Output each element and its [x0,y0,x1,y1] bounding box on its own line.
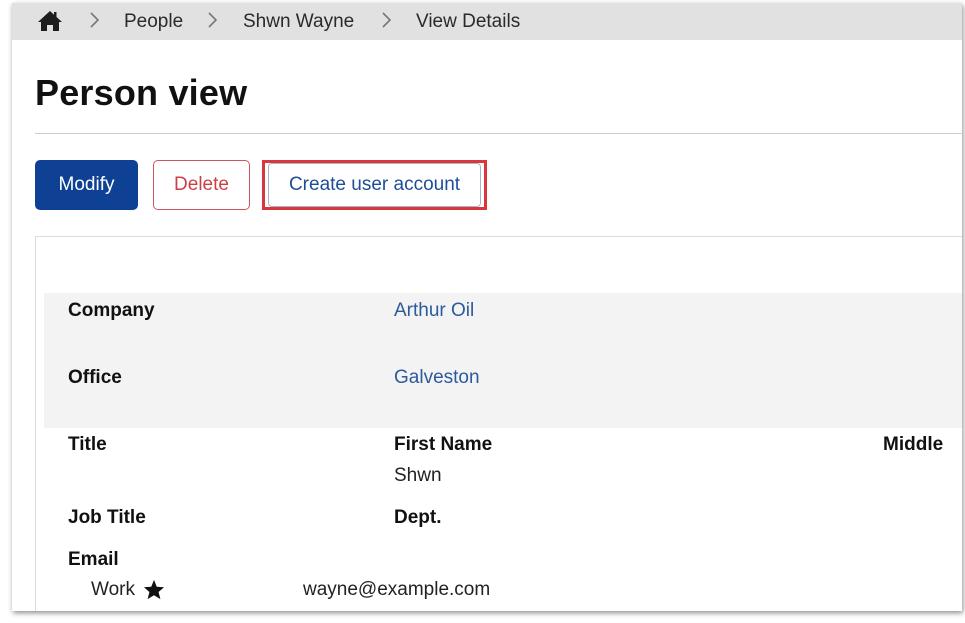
middle-name-label: Middle [883,434,944,455]
office-label: Office [68,367,122,388]
divider [35,133,962,134]
chevron-right-icon [208,12,218,28]
company-link[interactable]: Arthur Oil [394,300,474,322]
email-value[interactable]: wayne@example.com [303,579,490,601]
organization-section [44,293,962,428]
email-label: Email [68,549,119,570]
chevron-right-icon [382,12,392,28]
create-user-account-button[interactable]: Create user account [268,163,481,207]
first-name-label: First Name [394,434,493,455]
page-title: Person view [35,72,248,113]
company-label: Company [68,300,155,321]
window: People Shwn Wayne View Details Person vi… [12,3,962,611]
star-icon [143,579,165,600]
job-title-label: Job Title [68,507,146,528]
home-icon[interactable] [37,10,63,32]
dept-label: Dept. [394,507,442,528]
breadcrumb-person[interactable]: Shwn Wayne [243,11,354,33]
first-name-value: Shwn [394,465,442,486]
title-label: Title [68,434,107,455]
modify-button[interactable]: Modify [35,160,138,210]
breadcrumb-current: View Details [416,11,521,32]
delete-button[interactable]: Delete [153,160,250,210]
chevron-right-icon [90,12,100,28]
office-link[interactable]: Galveston [394,367,480,389]
breadcrumb-people[interactable]: People [124,11,183,33]
email-type: Work [91,579,135,600]
breadcrumb: People Shwn Wayne View Details [12,3,962,40]
